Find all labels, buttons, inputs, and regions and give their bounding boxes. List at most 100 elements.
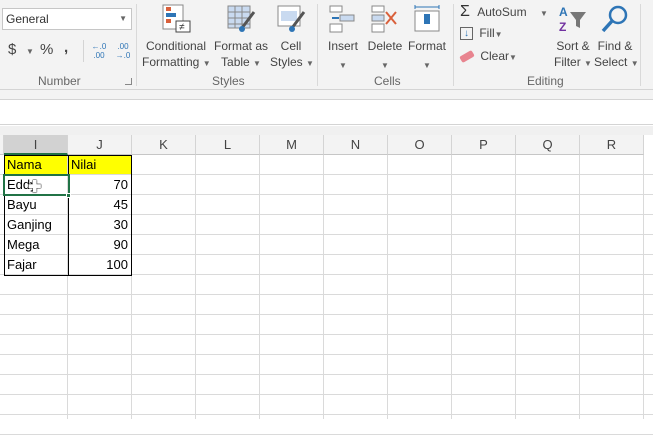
- find-label-1: Find &: [597, 39, 633, 53]
- chevron-down-icon: ▼: [339, 61, 347, 70]
- styles-group-label: Styles: [212, 74, 245, 88]
- delete-button[interactable]: Delete ▼: [366, 4, 404, 70]
- divider: [640, 4, 641, 86]
- increase-decimal-button[interactable]: ←.0 .00: [88, 42, 110, 60]
- dialog-launcher-icon[interactable]: [125, 78, 132, 85]
- svg-text:≠: ≠: [179, 22, 185, 33]
- formula-bar[interactable]: [0, 100, 653, 125]
- divider: [83, 40, 84, 62]
- conditional-label-2: Formatting: [142, 55, 200, 69]
- chevron-down-icon: ▼: [381, 61, 389, 70]
- row-header-column: [0, 135, 4, 155]
- divider: [453, 4, 454, 86]
- cell-styles-label-1: Cell: [280, 39, 302, 53]
- fill-handle[interactable]: [66, 193, 71, 198]
- clear-label: Clear: [480, 49, 510, 63]
- name-cell[interactable]: Fajar: [4, 255, 67, 274]
- find-select-button[interactable]: Find & Select ▼: [594, 4, 639, 70]
- chevron-down-icon: ▼: [539, 9, 548, 18]
- column-header-n[interactable]: N: [324, 135, 388, 155]
- gridline: [0, 414, 653, 415]
- conditional-label-1: Conditional: [145, 39, 207, 53]
- gridline: [0, 374, 653, 375]
- divider: [317, 4, 318, 86]
- column-header-p[interactable]: P: [452, 135, 516, 155]
- divider: [136, 4, 137, 86]
- chevron-down-icon: ▼: [119, 14, 127, 23]
- cell-cursor-icon: ✚: [28, 179, 42, 196]
- magnifier-icon: [601, 5, 628, 33]
- gridline: [0, 354, 653, 355]
- autosum-button[interactable]: Σ AutoSum ▼: [460, 3, 548, 21]
- currency-button[interactable]: $: [8, 42, 16, 58]
- cell-styles-label-2: Styles: [270, 55, 303, 69]
- gridline: [0, 294, 653, 295]
- column-header-k[interactable]: K: [132, 135, 196, 155]
- fill-button[interactable]: ↓ Fill▼: [460, 26, 520, 44]
- chevron-down-icon: ▼: [423, 61, 431, 70]
- number-format-dropdown[interactable]: General ▼: [2, 8, 132, 30]
- svg-text:A: A: [559, 5, 568, 19]
- clear-button[interactable]: Clear▼: [459, 49, 530, 67]
- format-button[interactable]: Format ▼: [406, 4, 448, 70]
- format-as-table-icon: [227, 5, 256, 32]
- percent-button[interactable]: %: [40, 42, 53, 58]
- conditional-formatting-button[interactable]: ≠ Conditional Formatting ▼: [142, 4, 211, 70]
- score-cell[interactable]: 30: [68, 215, 131, 234]
- column-header-o[interactable]: O: [388, 135, 452, 155]
- number-group-label: Number: [38, 74, 81, 88]
- column-header-j[interactable]: J: [68, 135, 132, 155]
- format-table-label-2: Table: [221, 55, 250, 69]
- ribbon: General ▼ $ ▼ % , ←.0 .00 .00 →.0 Number…: [0, 0, 653, 90]
- cell-styles-icon: [277, 5, 306, 32]
- score-cell[interactable]: 70: [68, 175, 131, 194]
- gridline: [0, 334, 653, 335]
- sort-label-2: Filter: [554, 55, 581, 69]
- column-header-m[interactable]: M: [260, 135, 324, 155]
- score-cell[interactable]: 100: [68, 255, 131, 274]
- decrease-decimal-button[interactable]: .00 →.0: [112, 42, 134, 60]
- svg-text:Z: Z: [559, 20, 566, 34]
- insert-label: Insert: [327, 39, 358, 53]
- column-header-r[interactable]: R: [580, 135, 644, 155]
- fill-label: Fill: [479, 26, 495, 40]
- header-cell-nama[interactable]: Nama: [4, 155, 67, 174]
- delete-label: Delete: [367, 39, 403, 53]
- column-header-l[interactable]: L: [196, 135, 260, 155]
- insert-cells-icon: [329, 5, 355, 33]
- format-as-table-button[interactable]: Format as Table ▼: [212, 4, 270, 70]
- sort-filter-button[interactable]: AZ Sort & Filter ▼: [552, 4, 594, 70]
- gridline: [0, 274, 653, 275]
- number-format-value: General: [6, 12, 49, 26]
- editing-group-label: Editing: [527, 74, 564, 88]
- comma-button[interactable]: ,: [64, 40, 68, 56]
- sort-filter-icon: AZ: [559, 5, 586, 34]
- gridline: [0, 394, 653, 395]
- sigma-icon: Σ: [460, 3, 470, 20]
- sort-label-1: Sort &: [556, 39, 590, 53]
- eraser-icon: [459, 50, 475, 64]
- format-label: Format: [407, 39, 446, 53]
- score-cell[interactable]: 45: [68, 195, 131, 214]
- fill-down-icon: ↓: [460, 27, 473, 41]
- chevron-down-icon[interactable]: ▼: [26, 44, 34, 60]
- autosum-label: AutoSum: [477, 5, 527, 19]
- conditional-formatting-icon: ≠: [162, 4, 191, 33]
- delete-cells-icon: [371, 5, 397, 33]
- score-cell[interactable]: 90: [68, 235, 131, 254]
- cell-styles-button[interactable]: Cell Styles ▼: [270, 4, 314, 70]
- find-label-2: Select: [594, 55, 628, 69]
- insert-button[interactable]: Insert ▼: [325, 4, 361, 70]
- name-cell[interactable]: Mega: [4, 235, 67, 254]
- sheet-top-band: [0, 126, 653, 135]
- name-cell[interactable]: Bayu: [4, 195, 67, 214]
- format-cells-icon: [414, 5, 440, 32]
- ribbon-bottom-band: [0, 90, 653, 100]
- column-header-q[interactable]: Q: [516, 135, 580, 155]
- header-cell-nilai[interactable]: Nilai: [68, 155, 131, 174]
- name-cell[interactable]: Ganjing: [4, 215, 67, 234]
- column-header-i[interactable]: I: [4, 135, 68, 155]
- format-table-label-1: Format as: [213, 39, 268, 53]
- gridline: [0, 314, 653, 315]
- cells-group-label: Cells: [374, 74, 401, 88]
